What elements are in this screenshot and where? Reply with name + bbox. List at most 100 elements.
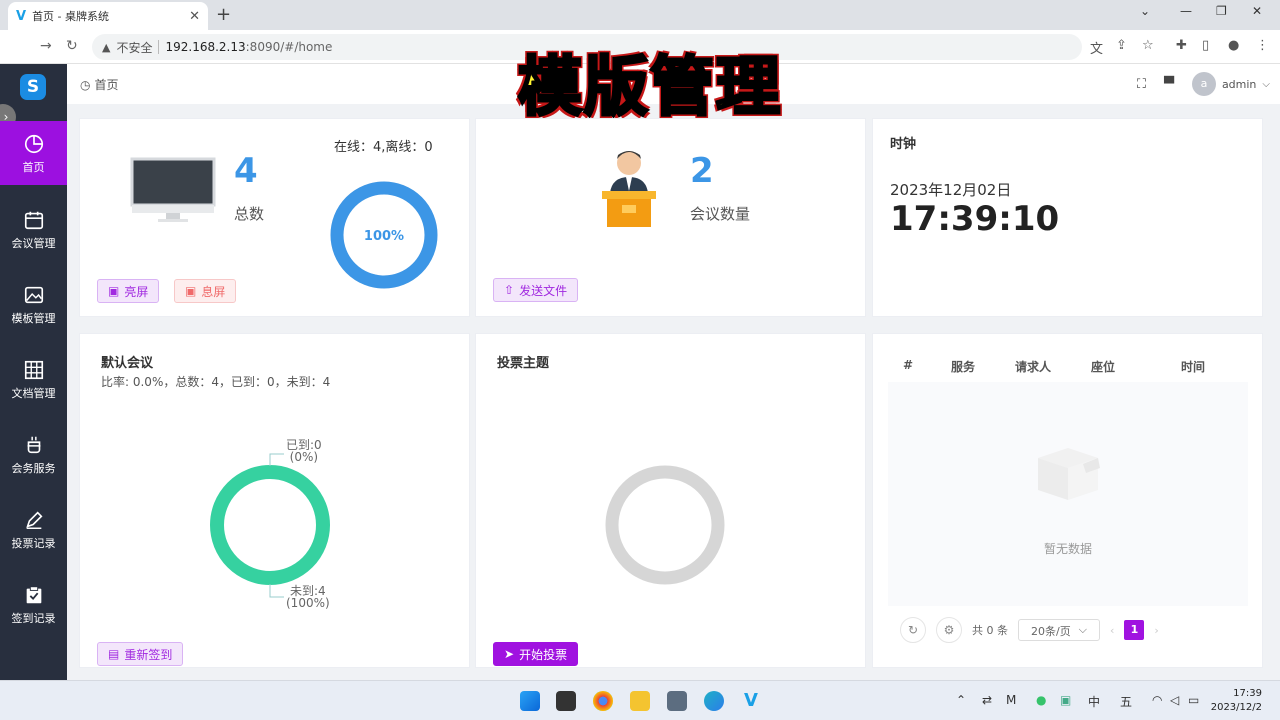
app-favicon-icon: V [16, 8, 27, 24]
device-total-label: 总数 [234, 205, 265, 223]
chevron-down-icon: ⌵ [1262, 78, 1270, 90]
document-icon: ▤ [108, 647, 120, 661]
clipboard-icon [26, 586, 41, 604]
tab-search-icon[interactable]: ⌄ [1140, 4, 1150, 18]
sidepanel-icon[interactable]: ▯ [1202, 38, 1209, 53]
url-path: :8090/#/home [245, 40, 333, 54]
wifi-icon[interactable]: ◠ [1152, 693, 1162, 707]
edge-icon[interactable] [704, 691, 724, 711]
profile-icon[interactable]: ● [1228, 38, 1239, 53]
clock-title: 时钟 [890, 137, 917, 152]
grid-icon [24, 360, 43, 380]
browser-tab[interactable]: V 首页 - 桌牌系统 ✕ [8, 2, 208, 30]
button-label: 亮屏 [124, 284, 149, 299]
system-clock[interactable]: 17:39 2023/12/2 [1211, 687, 1262, 715]
breadcrumb-label: 首页 [94, 78, 119, 92]
maximize-button[interactable]: ❐ [1216, 4, 1227, 18]
browser-tabbar: V 首页 - 桌牌系统 ✕ + ⌄ — ❐ ✕ [0, 0, 1280, 30]
breadcrumb[interactable]: ◷ 首页 [80, 76, 119, 93]
screen-on-button[interactable]: ▣ 亮屏 [97, 279, 160, 303]
extensions-icon[interactable]: ✚ [1176, 38, 1187, 53]
terminal-icon[interactable] [556, 691, 576, 711]
ring-percent-label: 100% [364, 229, 404, 244]
calculator-icon[interactable] [667, 691, 687, 711]
tray-app-icon[interactable]: M [1006, 693, 1016, 707]
prev-page-icon[interactable]: ‹ [1110, 624, 1114, 637]
monitor-icon [130, 157, 216, 222]
sidebar-item-checkins[interactable]: 签到记录 [0, 572, 67, 636]
empty-box-icon [1038, 448, 1100, 500]
ime-zh[interactable]: 中 [1088, 693, 1100, 710]
tray-wechat-icon[interactable]: ● [1036, 693, 1046, 707]
tray-sync-icon[interactable]: ⇄ [982, 693, 992, 707]
sidebar-item-documents[interactable]: 文档管理 [0, 347, 67, 411]
forward-icon[interactable]: → [40, 38, 52, 54]
menu-icon[interactable]: ⋮ [1256, 38, 1269, 53]
user-menu[interactable]: a admin ⌵ [1191, 72, 1270, 96]
sidebar-item-home[interactable]: 首页 [0, 121, 67, 185]
screen-off-button[interactable]: ▣ 息屏 [174, 279, 237, 303]
resign-button[interactable]: ▤ 重新签到 [97, 642, 184, 666]
minimize-button[interactable]: — [1180, 4, 1192, 18]
url-text: 192.168.2.13:8090/#/home [165, 40, 332, 54]
volume-icon[interactable]: ◁ [1170, 693, 1179, 707]
sidebar-item-services[interactable]: 会务服务 [0, 422, 67, 486]
refresh-icon[interactable]: ↻ [900, 617, 926, 643]
page-size-select[interactable]: 20条/页 ⌵ [1018, 619, 1100, 641]
sidebar-item-label: 首页 [22, 161, 45, 174]
sidebar-item-meetings[interactable]: 会议管理 [0, 197, 67, 261]
clock-time-text: 17:39 [1233, 688, 1262, 699]
col-requester: 请求人 [1014, 360, 1051, 374]
start-vote-button[interactable]: ➤ 开始投票 [493, 642, 579, 666]
arrived-leader-line [269, 453, 284, 466]
settings-icon[interactable]: ⚙ [936, 617, 962, 643]
absent-leader-line [269, 584, 284, 598]
default-meeting-card: 默认会议 比率: 0.0%，总数：4，已到：0，未到：4 已到:0 (0%) 未… [79, 333, 470, 668]
battery-icon[interactable]: ▭ [1188, 693, 1199, 707]
vote-title: 投票主题 [497, 356, 550, 371]
send-icon: ➤ [504, 647, 515, 661]
absent-segment [210, 465, 330, 585]
chrome-icon[interactable] [593, 691, 613, 711]
close-window-button[interactable]: ✕ [1252, 4, 1262, 18]
briefcase-icon: ▣ [185, 284, 197, 298]
folder-icon[interactable] [630, 691, 650, 711]
tray-chevron-icon[interactable]: ⌃ [956, 693, 966, 707]
button-label: 开始投票 [519, 647, 568, 662]
page-number[interactable]: 1 [1124, 620, 1145, 640]
translate-icon[interactable]: 文 [1090, 38, 1103, 57]
device-icon[interactable]: ▀ [1164, 77, 1174, 92]
reload-icon[interactable]: ↻ [66, 38, 78, 54]
username: admin [1221, 77, 1257, 91]
sidebar-item-votes[interactable]: 投票记录 [0, 497, 67, 561]
bookmark-star-icon[interactable]: ☆ [1142, 38, 1154, 53]
online-status: 在线：4,离线：0 [334, 140, 433, 155]
ime-mode[interactable]: 五 [1120, 693, 1132, 710]
overlay-caption: 模版管理 [517, 50, 782, 127]
cup-icon [27, 436, 40, 454]
fullscreen-icon[interactable]: ⛶ [1137, 77, 1146, 92]
windows-taskbar: V ⌃ ⇄ M ● ▣ 中 五 ◠ ◁ ▭ 17:39 2023/12/2 [0, 680, 1280, 720]
tray-input-icon[interactable]: ▣ [1060, 693, 1071, 707]
meeting-count: 2 [690, 151, 714, 191]
speaker-podium-icon [602, 151, 656, 227]
meeting-count-label: 会议数量 [690, 205, 751, 223]
insecure-label: 不安全 [116, 40, 153, 55]
sidebar-item-templates[interactable]: 模板管理 [0, 272, 67, 336]
arrived-label-group: 已到:0 (0%) [286, 439, 322, 463]
next-page-icon[interactable]: › [1154, 624, 1158, 637]
vote-card: 投票主题 ➤ 开始投票 [475, 333, 866, 668]
clock-card: 时钟 2023年12月02日 17:39:10 [872, 118, 1263, 317]
send-file-button[interactable]: ⇧ 发送文件 [493, 278, 579, 302]
sidebar-item-label: 文档管理 [11, 387, 56, 400]
sidebar-item-label: 模板管理 [11, 312, 56, 325]
url-host: 192.168.2.13 [165, 40, 246, 54]
pen-icon [25, 511, 43, 529]
close-tab-icon[interactable]: ✕ [189, 9, 200, 24]
button-label: 发送文件 [519, 283, 568, 298]
app-v-icon[interactable]: V [741, 691, 761, 711]
start-icon[interactable] [520, 691, 540, 711]
share-icon[interactable]: ⇪ [1116, 38, 1127, 53]
avatar: a [1191, 72, 1216, 96]
new-tab-button[interactable]: + [216, 4, 231, 25]
